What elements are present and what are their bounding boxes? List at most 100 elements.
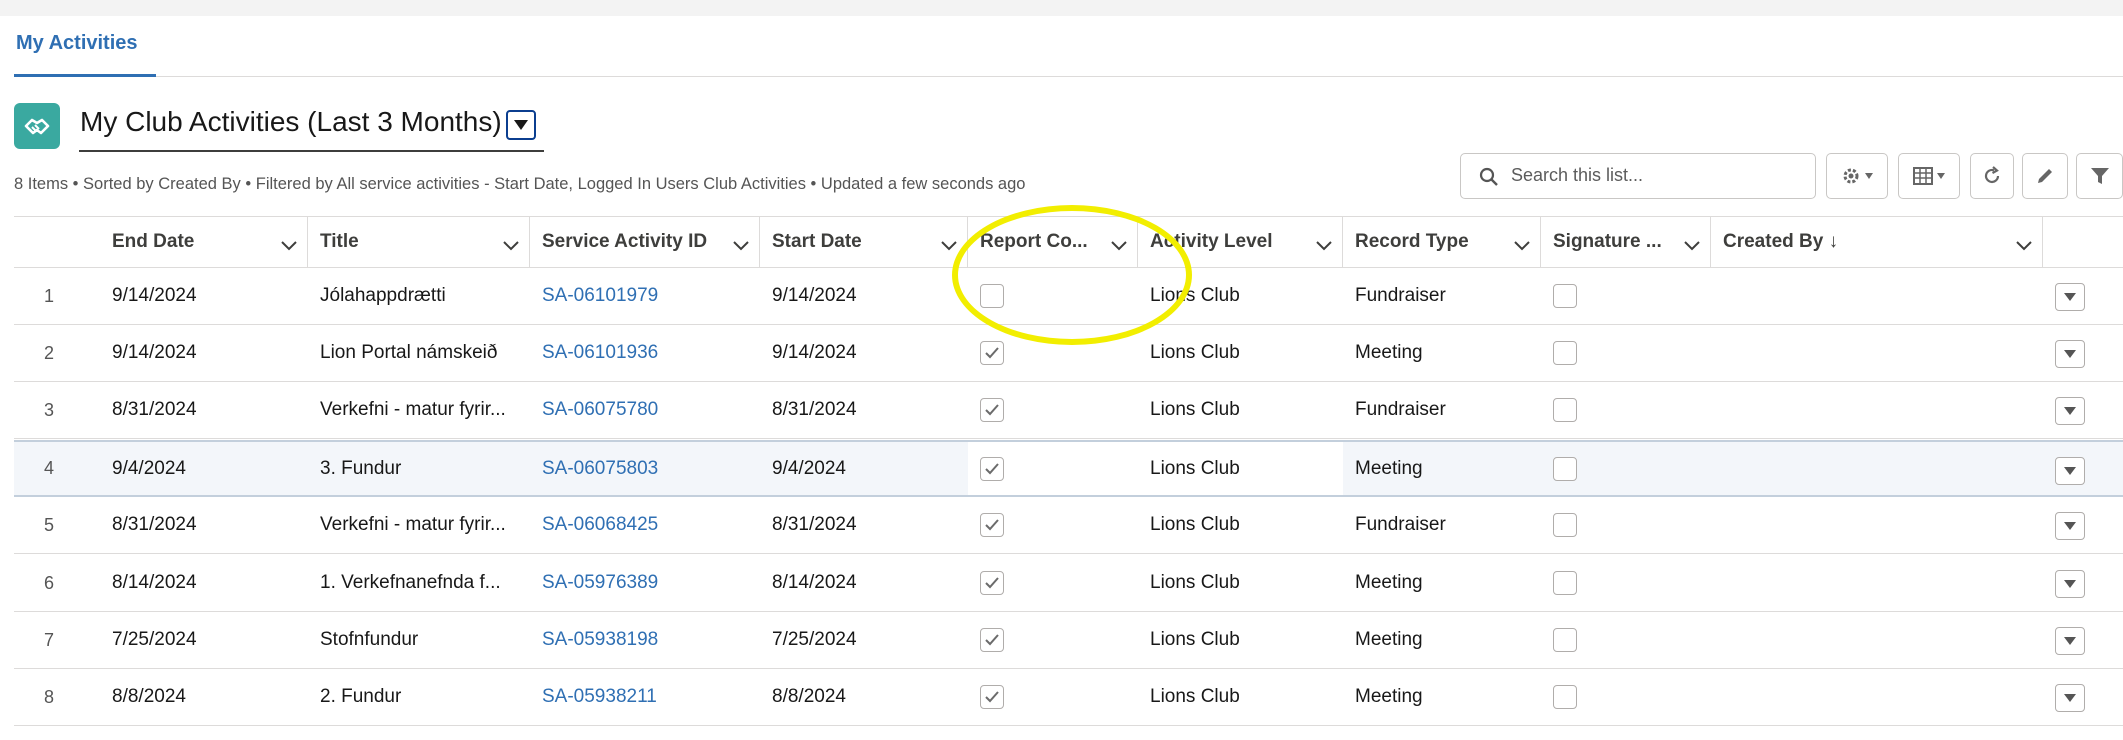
id-cell[interactable]: SA-05938198 (542, 629, 658, 651)
signature-checkbox[interactable] (1553, 685, 1577, 709)
report-completed-cell (980, 325, 1138, 381)
id-cell[interactable]: SA-05976389 (542, 572, 658, 594)
activity-level-cell: Lions Club (1150, 572, 1240, 593)
row-actions-button[interactable] (2055, 569, 2085, 598)
edit-list-button[interactable] (2022, 153, 2068, 199)
report-completed-cell (980, 669, 1138, 725)
report-completed-checkbox[interactable] (980, 571, 1004, 595)
title-cell: 1. Verkefnanefnda f... (320, 572, 501, 593)
end-date-cell: 8/31/2024 (112, 514, 197, 535)
column-menu-button[interactable] (1684, 235, 1700, 257)
id-cell[interactable]: SA-06075780 (542, 399, 658, 421)
column-header-start-date[interactable]: Start Date (760, 217, 968, 267)
column-menu-button[interactable] (503, 235, 519, 257)
table-row[interactable]: 2 9/14/2024 Lion Portal námskeið SA-0610193… (14, 325, 2123, 382)
signature-checkbox[interactable] (1553, 341, 1577, 365)
table-cell: SA-06101936 (542, 325, 760, 381)
list-settings-button[interactable] (1826, 153, 1888, 199)
display-as-button[interactable] (1898, 153, 1960, 199)
column-menu-button[interactable] (2016, 235, 2032, 257)
column-header-label: Title (320, 231, 359, 252)
filter-button[interactable] (2076, 153, 2123, 199)
tab-bar: My Activities (14, 16, 2123, 77)
signature-checkbox[interactable] (1553, 513, 1577, 537)
signature-cell (1553, 555, 1711, 611)
row-actions-button[interactable] (2055, 396, 2085, 425)
column-header-activity-level[interactable]: Activity Level (1138, 217, 1343, 267)
signature-checkbox[interactable] (1553, 398, 1577, 422)
table-cell: Meeting (1355, 325, 1541, 381)
filter-icon (2090, 168, 2109, 184)
signature-checkbox[interactable] (1553, 284, 1577, 308)
column-menu-button[interactable] (281, 235, 297, 257)
column-menu-button[interactable] (1111, 235, 1127, 257)
table-row[interactable]: 5 8/31/2024 Verkefni - matur fyrir... SA-06… (14, 497, 2123, 554)
title-cell: Stofnfundur (320, 629, 419, 650)
table-row[interactable]: 4 9/4/2024 3. Fundur SA-06075803 9/4/2024 Lio… (14, 440, 2123, 497)
end-date-cell: 9/14/2024 (112, 285, 197, 306)
caret-down-icon (2064, 466, 2076, 475)
row-actions-button[interactable] (2055, 339, 2085, 368)
chevron-down-icon (1937, 173, 1945, 179)
column-menu-button[interactable] (1316, 235, 1332, 257)
table-cell: SA-06068425 (542, 497, 760, 553)
record-type-cell: Meeting (1355, 629, 1423, 650)
table-cell: 8/14/2024 (772, 555, 968, 611)
column-header-created-by[interactable]: Created By ↓ (1711, 217, 2043, 267)
table-row[interactable]: 6 8/14/2024 1. Verkefnanefnda f... SA-05976… (14, 555, 2123, 612)
table-cell: SA-05976389 (542, 555, 760, 611)
caret-down-icon (2064, 636, 2076, 645)
table-cell: 8/31/2024 (772, 497, 968, 553)
column-header-title[interactable]: Title (308, 217, 530, 267)
id-cell[interactable]: SA-06075803 (542, 458, 658, 480)
chevron-down-icon (733, 241, 749, 251)
table-cell: Meeting (1355, 669, 1541, 725)
signature-checkbox[interactable] (1553, 628, 1577, 652)
column-header-report-completed[interactable]: Report Co... (968, 217, 1138, 267)
table-row[interactable]: 1 9/14/2024 Jólahappdrætti SA-06101979 9/14/… (14, 268, 2123, 325)
report-completed-checkbox[interactable] (980, 284, 1004, 308)
activity-level-cell: Lions Club (1150, 686, 1240, 707)
table-cell: 7/25/2024 (112, 612, 308, 668)
table-cell: Lions Club (1150, 612, 1343, 668)
tab-my-activities[interactable]: My Activities (14, 32, 140, 76)
end-date-cell: 8/31/2024 (112, 399, 197, 420)
row-actions-button[interactable] (2055, 456, 2085, 485)
table-row[interactable]: 7 7/25/2024 Stofnfundur SA-05938198 7/25/202… (14, 612, 2123, 669)
id-cell[interactable]: SA-06068425 (542, 514, 658, 536)
signature-checkbox[interactable] (1553, 571, 1577, 595)
signature-checkbox[interactable] (1553, 456, 1577, 481)
report-completed-checkbox[interactable] (980, 685, 1004, 709)
list-view-title[interactable]: My Club Activities (Last 3 Months) (80, 106, 502, 138)
column-menu-button[interactable] (733, 235, 749, 257)
id-cell[interactable]: SA-06101936 (542, 342, 658, 364)
column-menu-button[interactable] (941, 235, 957, 257)
column-header-signature[interactable]: Signature ... (1541, 217, 1711, 267)
report-completed-checkbox[interactable] (980, 341, 1004, 365)
column-menu-button[interactable] (1514, 235, 1530, 257)
id-cell[interactable]: SA-05938211 (542, 686, 657, 708)
id-cell[interactable]: SA-06101979 (542, 285, 658, 307)
table-cell: SA-06101979 (542, 268, 760, 324)
column-header-record-type[interactable]: Record Type (1343, 217, 1541, 267)
header-row-number (14, 217, 114, 267)
report-completed-checkbox[interactable] (980, 628, 1004, 652)
table-cell: Meeting (1355, 612, 1541, 668)
report-completed-checkbox[interactable] (980, 513, 1004, 537)
column-header-id[interactable]: Service Activity ID (530, 217, 760, 267)
report-completed-checkbox[interactable] (980, 398, 1004, 422)
refresh-button[interactable] (1970, 153, 2014, 199)
table-row[interactable]: 8 8/8/2024 2. Fundur SA-05938211 8/8/2024 Lio… (14, 669, 2123, 726)
row-actions-button[interactable] (2055, 282, 2085, 311)
list-view-dropdown-button[interactable] (506, 110, 536, 140)
column-header-end-date[interactable]: End Date (100, 217, 308, 267)
handshake-icon (14, 103, 60, 149)
search-input[interactable]: Search this list... (1460, 153, 1816, 199)
report-completed-checkbox[interactable] (980, 456, 1004, 481)
row-actions-button[interactable] (2055, 683, 2085, 712)
table-cell: Lions Club (1150, 669, 1343, 725)
row-actions-button[interactable] (2055, 511, 2085, 540)
table-cell: 9/14/2024 (772, 268, 968, 324)
table-row[interactable]: 3 8/31/2024 Verkefni - matur fyrir... SA-06… (14, 382, 2123, 439)
row-actions-button[interactable] (2055, 626, 2085, 655)
